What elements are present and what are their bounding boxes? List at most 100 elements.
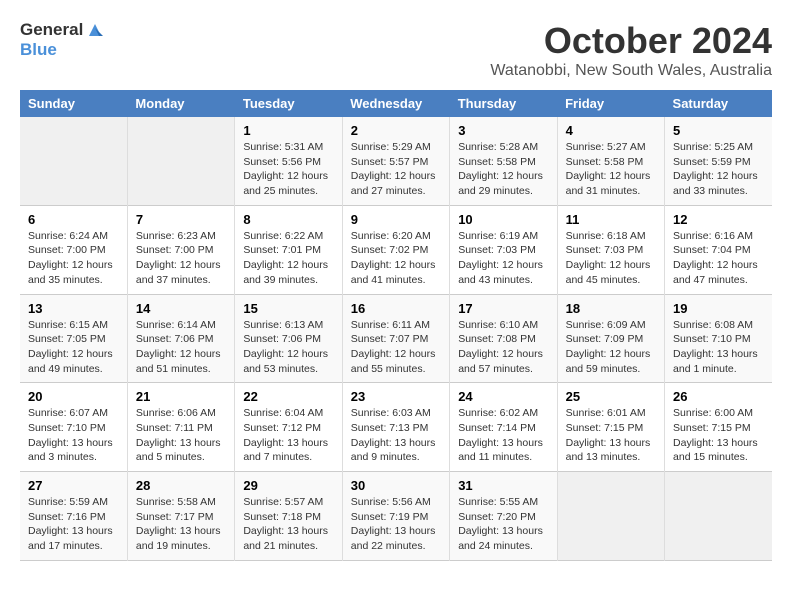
calendar-cell xyxy=(665,472,772,561)
day-number: 10 xyxy=(458,212,548,227)
calendar-cell: 3 Sunrise: 5:28 AMSunset: 5:58 PMDayligh… xyxy=(450,117,557,205)
calendar-cell: 28 Sunrise: 5:58 AMSunset: 7:17 PMDaylig… xyxy=(127,472,234,561)
weekday-header: Thursday xyxy=(450,90,557,117)
day-number: 24 xyxy=(458,389,548,404)
day-number: 9 xyxy=(351,212,441,227)
calendar-cell: 10 Sunrise: 6:19 AMSunset: 7:03 PMDaylig… xyxy=(450,205,557,294)
day-detail: Sunrise: 5:31 AMSunset: 5:56 PMDaylight:… xyxy=(243,141,328,197)
calendar-cell: 12 Sunrise: 6:16 AMSunset: 7:04 PMDaylig… xyxy=(665,205,772,294)
day-number: 22 xyxy=(243,389,333,404)
location-subtitle: Watanobbi, New South Wales, Australia xyxy=(490,62,772,80)
day-number: 19 xyxy=(673,301,764,316)
day-number: 23 xyxy=(351,389,441,404)
day-number: 31 xyxy=(458,478,548,493)
day-detail: Sunrise: 6:07 AMSunset: 7:10 PMDaylight:… xyxy=(28,407,113,463)
calendar-cell xyxy=(20,117,127,205)
day-number: 26 xyxy=(673,389,764,404)
weekday-header: Tuesday xyxy=(235,90,342,117)
calendar-cell: 22 Sunrise: 6:04 AMSunset: 7:12 PMDaylig… xyxy=(235,383,342,472)
day-detail: Sunrise: 6:09 AMSunset: 7:09 PMDaylight:… xyxy=(566,319,651,375)
calendar-cell: 17 Sunrise: 6:10 AMSunset: 7:08 PMDaylig… xyxy=(450,294,557,383)
calendar-cell: 2 Sunrise: 5:29 AMSunset: 5:57 PMDayligh… xyxy=(342,117,449,205)
calendar-week-row: 6 Sunrise: 6:24 AMSunset: 7:00 PMDayligh… xyxy=(20,205,772,294)
calendar-cell: 25 Sunrise: 6:01 AMSunset: 7:15 PMDaylig… xyxy=(557,383,664,472)
day-number: 7 xyxy=(136,212,226,227)
day-number: 3 xyxy=(458,123,548,138)
calendar-cell: 19 Sunrise: 6:08 AMSunset: 7:10 PMDaylig… xyxy=(665,294,772,383)
day-detail: Sunrise: 6:03 AMSunset: 7:13 PMDaylight:… xyxy=(351,407,436,463)
day-number: 2 xyxy=(351,123,441,138)
day-detail: Sunrise: 5:56 AMSunset: 7:19 PMDaylight:… xyxy=(351,496,436,552)
day-detail: Sunrise: 6:19 AMSunset: 7:03 PMDaylight:… xyxy=(458,230,543,286)
day-detail: Sunrise: 6:00 AMSunset: 7:15 PMDaylight:… xyxy=(673,407,758,463)
calendar-cell xyxy=(557,472,664,561)
calendar-cell: 5 Sunrise: 5:25 AMSunset: 5:59 PMDayligh… xyxy=(665,117,772,205)
day-number: 20 xyxy=(28,389,119,404)
day-number: 21 xyxy=(136,389,226,404)
day-detail: Sunrise: 5:57 AMSunset: 7:18 PMDaylight:… xyxy=(243,496,328,552)
calendar-cell: 27 Sunrise: 5:59 AMSunset: 7:16 PMDaylig… xyxy=(20,472,127,561)
weekday-header: Sunday xyxy=(20,90,127,117)
calendar-cell: 21 Sunrise: 6:06 AMSunset: 7:11 PMDaylig… xyxy=(127,383,234,472)
day-number: 29 xyxy=(243,478,333,493)
day-number: 15 xyxy=(243,301,333,316)
day-detail: Sunrise: 5:29 AMSunset: 5:57 PMDaylight:… xyxy=(351,141,436,197)
calendar-cell: 14 Sunrise: 6:14 AMSunset: 7:06 PMDaylig… xyxy=(127,294,234,383)
calendar-cell: 7 Sunrise: 6:23 AMSunset: 7:00 PMDayligh… xyxy=(127,205,234,294)
day-detail: Sunrise: 6:24 AMSunset: 7:00 PMDaylight:… xyxy=(28,230,113,286)
day-detail: Sunrise: 6:14 AMSunset: 7:06 PMDaylight:… xyxy=(136,319,221,375)
calendar-cell: 31 Sunrise: 5:55 AMSunset: 7:20 PMDaylig… xyxy=(450,472,557,561)
day-detail: Sunrise: 6:01 AMSunset: 7:15 PMDaylight:… xyxy=(566,407,651,463)
day-number: 11 xyxy=(566,212,656,227)
calendar-cell: 23 Sunrise: 6:03 AMSunset: 7:13 PMDaylig… xyxy=(342,383,449,472)
day-number: 4 xyxy=(566,123,656,138)
weekday-header: Monday xyxy=(127,90,234,117)
calendar-week-row: 13 Sunrise: 6:15 AMSunset: 7:05 PMDaylig… xyxy=(20,294,772,383)
weekday-header: Friday xyxy=(557,90,664,117)
calendar-week-row: 27 Sunrise: 5:59 AMSunset: 7:16 PMDaylig… xyxy=(20,472,772,561)
day-detail: Sunrise: 5:59 AMSunset: 7:16 PMDaylight:… xyxy=(28,496,113,552)
day-detail: Sunrise: 5:55 AMSunset: 7:20 PMDaylight:… xyxy=(458,496,543,552)
day-number: 18 xyxy=(566,301,656,316)
calendar-cell xyxy=(127,117,234,205)
day-number: 28 xyxy=(136,478,226,493)
calendar-cell: 26 Sunrise: 6:00 AMSunset: 7:15 PMDaylig… xyxy=(665,383,772,472)
weekday-header: Wednesday xyxy=(342,90,449,117)
weekday-header-row: SundayMondayTuesdayWednesdayThursdayFrid… xyxy=(20,90,772,117)
calendar-week-row: 20 Sunrise: 6:07 AMSunset: 7:10 PMDaylig… xyxy=(20,383,772,472)
calendar-cell: 1 Sunrise: 5:31 AMSunset: 5:56 PMDayligh… xyxy=(235,117,342,205)
calendar-table: SundayMondayTuesdayWednesdayThursdayFrid… xyxy=(20,90,772,561)
calendar-cell: 13 Sunrise: 6:15 AMSunset: 7:05 PMDaylig… xyxy=(20,294,127,383)
day-detail: Sunrise: 6:20 AMSunset: 7:02 PMDaylight:… xyxy=(351,230,436,286)
calendar-cell: 6 Sunrise: 6:24 AMSunset: 7:00 PMDayligh… xyxy=(20,205,127,294)
day-detail: Sunrise: 6:10 AMSunset: 7:08 PMDaylight:… xyxy=(458,319,543,375)
day-number: 12 xyxy=(673,212,764,227)
day-number: 16 xyxy=(351,301,441,316)
day-detail: Sunrise: 5:58 AMSunset: 7:17 PMDaylight:… xyxy=(136,496,221,552)
day-detail: Sunrise: 5:28 AMSunset: 5:58 PMDaylight:… xyxy=(458,141,543,197)
day-detail: Sunrise: 6:16 AMSunset: 7:04 PMDaylight:… xyxy=(673,230,758,286)
logo-triangle xyxy=(85,20,105,40)
calendar-cell: 15 Sunrise: 6:13 AMSunset: 7:06 PMDaylig… xyxy=(235,294,342,383)
calendar-cell: 29 Sunrise: 5:57 AMSunset: 7:18 PMDaylig… xyxy=(235,472,342,561)
calendar-cell: 11 Sunrise: 6:18 AMSunset: 7:03 PMDaylig… xyxy=(557,205,664,294)
calendar-cell: 24 Sunrise: 6:02 AMSunset: 7:14 PMDaylig… xyxy=(450,383,557,472)
calendar-cell: 8 Sunrise: 6:22 AMSunset: 7:01 PMDayligh… xyxy=(235,205,342,294)
day-number: 25 xyxy=(566,389,656,404)
day-detail: Sunrise: 6:23 AMSunset: 7:00 PMDaylight:… xyxy=(136,230,221,286)
day-detail: Sunrise: 6:15 AMSunset: 7:05 PMDaylight:… xyxy=(28,319,113,375)
day-number: 17 xyxy=(458,301,548,316)
day-number: 5 xyxy=(673,123,764,138)
day-number: 13 xyxy=(28,301,119,316)
day-detail: Sunrise: 6:02 AMSunset: 7:14 PMDaylight:… xyxy=(458,407,543,463)
weekday-header: Saturday xyxy=(665,90,772,117)
header: General Blue October 2024 Watanobbi, New… xyxy=(20,20,772,80)
day-detail: Sunrise: 6:06 AMSunset: 7:11 PMDaylight:… xyxy=(136,407,221,463)
day-detail: Sunrise: 6:04 AMSunset: 7:12 PMDaylight:… xyxy=(243,407,328,463)
day-number: 30 xyxy=(351,478,441,493)
day-detail: Sunrise: 6:22 AMSunset: 7:01 PMDaylight:… xyxy=(243,230,328,286)
calendar-cell: 18 Sunrise: 6:09 AMSunset: 7:09 PMDaylig… xyxy=(557,294,664,383)
day-detail: Sunrise: 5:27 AMSunset: 5:58 PMDaylight:… xyxy=(566,141,651,197)
day-number: 27 xyxy=(28,478,119,493)
day-number: 1 xyxy=(243,123,333,138)
